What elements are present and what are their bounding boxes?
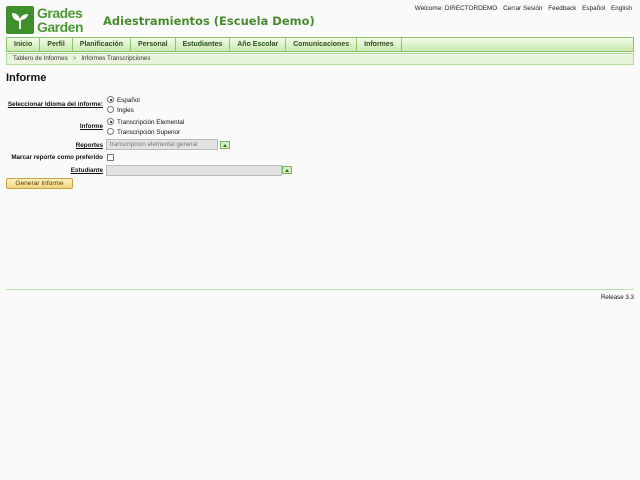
language-option-espanol: Español	[117, 97, 140, 104]
english-language-link[interactable]: English	[611, 5, 632, 12]
nav-comunicaciones[interactable]: Comunicaciones	[286, 38, 358, 51]
spanish-language-link[interactable]: Español	[582, 5, 605, 12]
report-radio-elemental[interactable]	[107, 118, 114, 125]
breadcrumb-separator: >	[72, 55, 77, 62]
report-radio-superior[interactable]	[107, 128, 114, 135]
release-version: Release 3.3	[600, 294, 634, 301]
feedback-link[interactable]: Feedback	[548, 5, 576, 12]
sprout-icon	[6, 6, 34, 34]
nav-perfil[interactable]: Perfil	[40, 38, 73, 51]
welcome-text: Welcome: DIRECTORDEMO	[414, 5, 498, 12]
nav-personal[interactable]: Personal	[131, 38, 176, 51]
nav-inicio[interactable]: Inicio	[7, 38, 41, 51]
student-expand-arrow-icon[interactable]	[282, 166, 292, 174]
school-name: Adiestramientos (Escuela Demo)	[103, 14, 315, 28]
logo-text-line2: Garden	[37, 19, 84, 35]
language-option-ingles: Ingles	[117, 107, 134, 114]
nav-ano-escolar[interactable]: Año Escolar	[230, 38, 287, 51]
reports-expand-arrow-icon[interactable]	[220, 141, 230, 149]
generate-report-button[interactable]: Generar Informe	[6, 178, 73, 189]
report-option-elemental: Transcripción Elemental	[117, 119, 185, 126]
language-radio-ingles[interactable]	[107, 106, 114, 113]
main-nav: Inicio Perfil Planificación Personal Est…	[6, 37, 634, 52]
breadcrumb-informes-transcripciones[interactable]: Informes Transcripciones	[81, 55, 150, 62]
student-input[interactable]	[106, 165, 282, 176]
language-radio-espanol[interactable]	[107, 96, 114, 103]
report-label: Informe	[79, 123, 103, 130]
footer-divider	[6, 289, 634, 290]
breadcrumb-tablero-informes[interactable]: Tablero de Informes	[13, 55, 68, 62]
nav-informes[interactable]: Informes	[357, 38, 402, 51]
reports-select[interactable]: transcripcion elemental general	[106, 139, 218, 150]
nav-planificacion[interactable]: Planificación	[73, 38, 131, 51]
nav-estudiantes[interactable]: Estudiantes	[176, 38, 231, 51]
reports-label: Reportes	[75, 142, 103, 149]
top-links: Welcome: DIRECTORDEMO Cerrar Sesión Feed…	[411, 5, 632, 12]
page-title: Informe	[6, 72, 47, 84]
logo-text-line1: Grades	[37, 5, 83, 21]
student-label: Estudiante	[70, 167, 103, 174]
report-option-superior: Transcripción Superior	[117, 129, 181, 136]
preferred-checkbox[interactable]	[107, 154, 114, 161]
logout-link[interactable]: Cerrar Sesión	[503, 5, 542, 12]
language-label: Seleccionar Idioma del informe:	[7, 101, 103, 108]
grades-garden-logo: Grades Garden	[6, 6, 92, 34]
preferred-label: Marcar reporte como preferido	[11, 154, 103, 161]
breadcrumb: Tablero de Informes > Informes Transcripci…	[6, 53, 634, 65]
